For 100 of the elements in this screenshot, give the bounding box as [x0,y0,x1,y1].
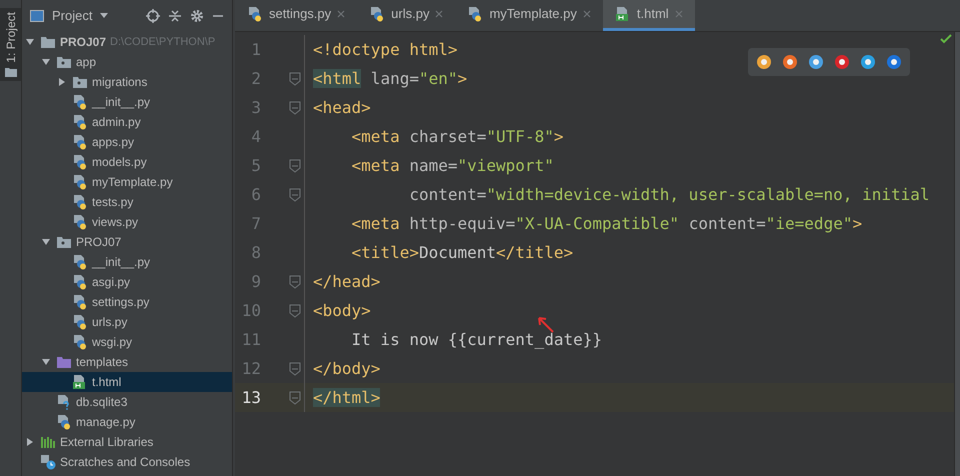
code-line: </head> [313,270,380,292]
tree-item[interactable]: External Libraries [22,432,232,452]
code-line: </body> [313,358,380,380]
tree-item[interactable]: manage.py [22,412,232,432]
fold-marker-icon[interactable] [289,274,301,288]
python-file-icon [72,154,88,170]
line-number: 2 [250,68,261,90]
tree-item-label: tests.py [92,194,134,211]
folder-icon [40,35,56,49]
code-line: content="width=device-width, user-scalable=no, initial [408,184,930,206]
line-number: 5 [250,154,261,176]
line-number: 3 [250,96,261,118]
editor-tab[interactable]: t.html [602,0,695,31]
browser-icon[interactable] [782,54,798,70]
line-number: 7 [250,212,261,234]
tree-item[interactable]: __init__.py [22,252,232,272]
expand-arrow-icon[interactable] [41,237,51,247]
tree-item[interactable]: db.sqlite3 [22,392,232,412]
tree-item[interactable]: views.py [22,212,232,232]
line-number: 10 [240,300,261,322]
tree-item[interactable]: PROJ07 [22,232,232,252]
package-folder-icon [56,235,72,249]
browser-icon[interactable] [808,54,824,70]
python-file-icon [72,274,88,290]
code-line: <meta name="viewport" [350,154,554,176]
python-file-icon [72,94,88,110]
editor-tab[interactable]: myTemplate.py [455,0,603,31]
line-number: 8 [250,242,261,264]
fold-marker-icon[interactable] [289,72,301,86]
tree-item-label: migrations [92,74,148,91]
tree-item[interactable]: Scratches and Consoles [22,452,232,472]
project-tool-tab[interactable]: 1: Project [0,8,21,81]
python-file-icon [72,314,88,330]
line-number: 9 [250,270,261,292]
code-line: <html lang="en"> [313,68,468,90]
tree-item[interactable]: t.html [22,372,232,392]
python-file-icon [56,414,72,430]
fold-marker-icon[interactable] [289,158,301,172]
scratches-icon [40,454,56,470]
tree-item[interactable]: models.py [22,152,232,172]
code-line: It is now {{current_date}} [350,328,602,351]
fold-marker-icon[interactable] [289,362,301,376]
tree-item[interactable]: app [22,52,232,72]
tree-item[interactable]: templates [22,352,232,372]
tree-item[interactable]: settings.py [22,292,232,312]
tree-item-label: settings.py [92,294,150,311]
browser-icon[interactable] [834,54,850,70]
python-file-icon [72,114,88,130]
locate-icon[interactable] [146,9,160,23]
project-view-icon [30,10,44,22]
html-file-icon [614,6,631,22]
python-file-icon [72,194,88,210]
python-file-icon [247,6,263,22]
tree-item-label: app [76,54,96,71]
fold-marker-icon[interactable] [289,100,301,114]
fold-marker-icon[interactable] [289,304,301,318]
tree-item-label: asgi.py [92,274,130,291]
tree-item[interactable]: tests.py [22,192,232,212]
tree-item-label: t.html [92,374,122,391]
browser-icon[interactable] [860,54,876,70]
html-file-icon [72,374,88,390]
tree-item[interactable]: asgi.py [22,272,232,292]
code-line: <head> [313,96,371,118]
tree-item-label: PROJ07 [60,34,106,51]
fold-marker-icon[interactable] [289,390,301,404]
tree-item[interactable]: urls.py [22,312,232,332]
tree-item-label: __init__.py [92,94,150,111]
editor-tab[interactable]: settings.py [235,0,358,31]
tree-item[interactable]: migrations [22,72,232,92]
library-icon [40,435,56,449]
code-line: <!doctype html> [313,38,458,60]
collapse-all-icon[interactable] [168,9,182,23]
line-number: 11 [240,328,261,350]
expand-arrow-icon[interactable] [41,357,51,367]
python-file-icon [72,334,88,350]
fold-marker-icon[interactable] [289,188,301,202]
browser-icon[interactable] [886,54,902,70]
tree-item-label: myTemplate.py [92,174,173,191]
python-file-icon [72,254,88,270]
code-line: <body> [313,300,371,322]
settings-icon[interactable] [190,9,204,23]
package-folder-icon [72,75,88,89]
line-number: 13 [240,386,261,408]
tree-item[interactable]: __init__.py [22,92,232,112]
check-icon [940,34,952,44]
tree-item-label: db.sqlite3 [76,394,128,411]
browser-icon[interactable] [756,54,772,70]
editor-tab[interactable]: urls.py [357,0,456,31]
folder-icon [4,66,16,77]
collapse-arrow-icon[interactable] [57,77,67,87]
package-folder-icon [56,55,72,69]
tree-item[interactable]: myTemplate.py [22,172,232,192]
tree-item[interactable]: admin.py [22,112,232,132]
collapse-arrow-icon[interactable] [25,437,35,447]
dropdown-caret-icon[interactable] [100,13,108,19]
tree-item-label: apps.py [92,134,134,151]
tree-item[interactable]: apps.py [22,132,232,152]
code-line: <title>Document</title> [350,242,574,264]
tree-item[interactable]: wsgi.py [22,332,232,352]
unknown-file-icon [56,394,72,410]
